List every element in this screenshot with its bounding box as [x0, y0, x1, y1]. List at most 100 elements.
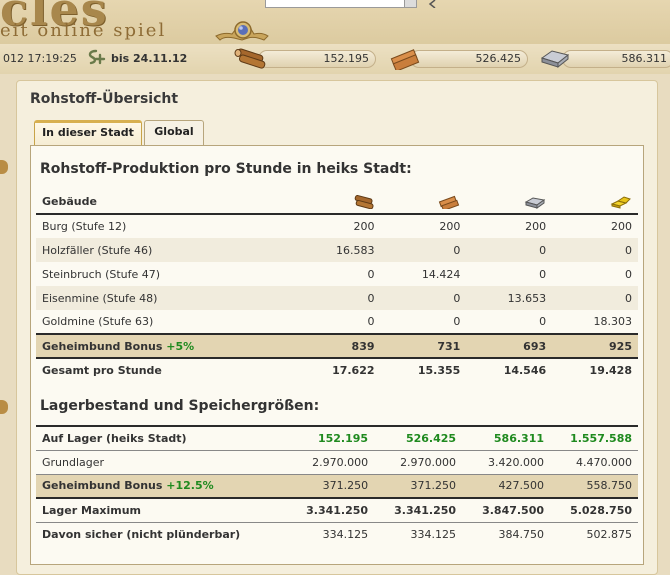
- resource-iron-value: 586.311: [621, 52, 668, 65]
- cell-iron: 3.420.000: [488, 455, 545, 469]
- bonus-label: Geheimbund Bonus: [42, 479, 163, 493]
- stone-icon: [439, 195, 460, 209]
- cell-stone: 2.970.000: [400, 455, 457, 469]
- storage-table: Auf Lager (heiks Stadt) 152.195 526.425 …: [36, 425, 638, 546]
- cell-wood: 152.195: [317, 431, 369, 445]
- bonus-label-cell: Geheimbund Bonus +12.5%: [36, 474, 286, 498]
- safe-row: Davon sicher (nicht plünderbar) 334.125 …: [36, 522, 638, 546]
- cell-wood: 371.250: [322, 479, 369, 493]
- cell-stone: 526.425: [405, 431, 457, 445]
- bonus-row: Geheimbund Bonus +12.5% 371.250 371.250 …: [36, 474, 638, 498]
- cell-wood: 3.341.250: [306, 503, 369, 517]
- cell-stone: 0: [453, 243, 461, 257]
- cell-iron: 14.546: [503, 364, 547, 377]
- row-label: Eisenmine (Stufe 48): [42, 291, 158, 305]
- cell-iron: 384.750: [498, 527, 545, 541]
- cell-gold: 1.557.588: [570, 431, 632, 445]
- tab-in-dieser-stadt[interactable]: In dieser Stadt: [34, 120, 142, 146]
- column-header-building: Gebäude: [42, 195, 97, 208]
- cell-gold: 200: [611, 220, 632, 233]
- cell-iron: 0: [539, 267, 547, 281]
- cell-iron: 13.653: [507, 291, 547, 305]
- column-header-wood: [295, 190, 381, 214]
- cell-stone: 334.125: [410, 527, 457, 541]
- safe-label: Davon sicher (nicht plünderbar): [42, 527, 241, 541]
- gold-icon: [610, 195, 631, 209]
- base-label: Grundlager: [42, 455, 105, 469]
- splus-premium-icon[interactable]: [84, 49, 108, 67]
- row-label: Steinbruch (Stufe 47): [42, 267, 161, 281]
- production-title: Rohstoff-Produktion pro Stunde in heiks …: [40, 161, 412, 177]
- max-row: Lager Maximum 3.341.250 3.341.250 3.847.…: [36, 498, 638, 522]
- cell-stone: 15.355: [417, 364, 461, 377]
- bonus-label-cell: Geheimbund Bonus +5%: [36, 334, 295, 358]
- panel-ornament: [0, 160, 8, 174]
- cell-stone: 371.250: [410, 479, 457, 493]
- cell-iron: 0: [539, 243, 547, 257]
- bonus-percent: +12.5%: [166, 479, 214, 493]
- table-header-row: Gebäude: [36, 190, 638, 214]
- cell-wood: 0: [367, 315, 375, 328]
- column-header-stone: [381, 190, 467, 214]
- cell-gold: 18.303: [593, 315, 633, 328]
- cell-wood: 0: [367, 267, 375, 281]
- cell-wood: 16.583: [336, 243, 375, 257]
- bonus-row: Geheimbund Bonus +5% 839 731 693 925: [36, 334, 638, 358]
- iron-icon: [540, 50, 570, 69]
- cell-gold: 19.428: [589, 364, 632, 377]
- table-row: Grundlager 2.970.000 2.970.000 3.420.000…: [36, 450, 638, 474]
- cell-gold: 0: [625, 243, 632, 257]
- page-title: Rohstoff-Übersicht: [30, 91, 179, 107]
- row-label: Burg (Stufe 12): [42, 220, 127, 233]
- top-header: cles eit online spiel: [0, 0, 670, 44]
- cell-gold: 4.470.000: [576, 455, 632, 469]
- cell-iron: 200: [525, 220, 547, 233]
- search-dropdown-button[interactable]: [404, 0, 416, 7]
- cell-stone: 731: [437, 339, 461, 353]
- cell-iron: 0: [539, 315, 547, 328]
- stone-icon: [390, 49, 420, 70]
- table-row: Burg (Stufe 12) 200 200 200 200: [36, 214, 638, 238]
- cell-iron: 693: [523, 339, 547, 353]
- panel-ornament: [0, 400, 8, 414]
- row-label: Holzfäller (Stufe 46): [42, 243, 153, 257]
- chevron-left-icon[interactable]: [428, 0, 438, 8]
- resource-stone-value: 526.425: [475, 52, 522, 65]
- search-input[interactable]: [265, 0, 417, 8]
- cell-iron: 586.311: [493, 431, 545, 445]
- cell-gold: 5.028.750: [570, 503, 632, 517]
- cell-stone: 3.341.250: [394, 503, 457, 517]
- resource-wood-value: 152.195: [323, 52, 370, 65]
- cell-wood: 0: [367, 291, 375, 305]
- server-datetime: 012 17:19:25: [3, 52, 77, 65]
- cell-gold: 502.875: [586, 527, 633, 541]
- cell-wood: 839: [351, 339, 375, 353]
- tab-global[interactable]: Global: [144, 120, 204, 146]
- resource-wood[interactable]: 152.195: [258, 50, 376, 68]
- table-row: Holzfäller (Stufe 46) 16.583 0 0 0: [36, 238, 638, 262]
- cell-gold: 925: [609, 339, 632, 353]
- bonus-label: Geheimbund Bonus: [42, 339, 163, 353]
- iron-icon: [524, 196, 546, 209]
- cell-gold: 0: [625, 267, 632, 281]
- stock-label: Auf Lager (heiks Stadt): [42, 431, 187, 445]
- max-label: Lager Maximum: [42, 503, 142, 517]
- compass-emblem-icon: [215, 21, 269, 41]
- production-table: Gebäude Burg (Stufe 12) 200 200 200 200 …: [36, 190, 638, 382]
- cell-wood: 200: [353, 220, 375, 233]
- premium-until: bis 24.11.12: [111, 52, 188, 65]
- cell-stone: 0: [453, 315, 461, 328]
- cell-gold: 558.750: [586, 479, 633, 493]
- cell-gold: 0: [625, 291, 632, 305]
- table-row: Steinbruch (Stufe 47) 0 14.424 0 0: [36, 262, 638, 286]
- cell-stone: 200: [439, 220, 461, 233]
- stock-row: Auf Lager (heiks Stadt) 152.195 526.425 …: [36, 426, 638, 450]
- resource-stone[interactable]: 526.425: [410, 50, 528, 68]
- logo-subtitle: eit online spiel: [0, 20, 167, 41]
- column-header-iron: [466, 190, 552, 214]
- resource-iron[interactable]: 586.311: [562, 50, 670, 68]
- column-header-gold: [552, 190, 638, 214]
- total-row: Gesamt pro Stunde 17.622 15.355 14.546 1…: [36, 358, 638, 382]
- storage-title: Lagerbestand und Speichergrößen:: [40, 398, 320, 414]
- cell-wood: 2.970.000: [312, 455, 369, 469]
